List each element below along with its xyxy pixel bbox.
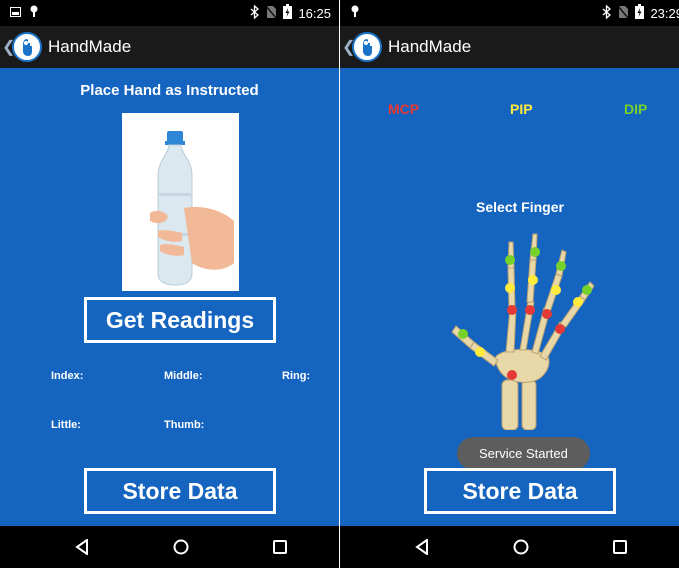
navigation-bar bbox=[0, 526, 339, 568]
bluetooth-icon bbox=[602, 4, 612, 22]
hand-skeleton-image[interactable] bbox=[440, 230, 600, 431]
legend-mcp: MCP bbox=[388, 101, 420, 117]
battery-charging-icon bbox=[283, 4, 293, 22]
ring-reading-label: Ring: bbox=[282, 370, 311, 382]
left-screen: 16:25 ❮ HandMade Place Hand as Instructe… bbox=[0, 0, 339, 568]
battery-charging-icon bbox=[635, 4, 645, 22]
no-sim-icon bbox=[617, 5, 629, 22]
app-logo-icon[interactable] bbox=[12, 32, 42, 62]
home-circle-icon[interactable] bbox=[509, 536, 533, 558]
back-triangle-icon[interactable] bbox=[410, 536, 434, 558]
image-icon bbox=[10, 5, 21, 20]
bluetooth-icon bbox=[250, 4, 260, 22]
legend-dip: DIP bbox=[624, 101, 648, 117]
app-bar: ❮ HandMade bbox=[340, 26, 679, 68]
main-content: Place Hand as Instructed Get Readings In… bbox=[0, 68, 339, 526]
legend-pip: PIP bbox=[510, 101, 533, 117]
app-logo-icon[interactable] bbox=[352, 32, 382, 62]
main-content: MCP PIP DIP Select Finger Service Starte… bbox=[340, 68, 679, 526]
right-screen: 23:29 ❮ HandMade MCP PIP DIP Select Fing… bbox=[340, 0, 679, 568]
navigation-bar bbox=[340, 526, 679, 568]
toast-message: Service Started bbox=[457, 437, 590, 470]
app-title: HandMade bbox=[48, 37, 132, 56]
select-finger-heading: Select Finger bbox=[476, 199, 564, 215]
android-debug-icon bbox=[350, 5, 360, 20]
instruction-heading: Place Hand as Instructed bbox=[80, 82, 259, 99]
store-data-button[interactable]: Store Data bbox=[424, 468, 616, 514]
index-reading-label: Index: bbox=[51, 370, 84, 382]
no-sim-icon bbox=[265, 5, 277, 22]
status-bar: 16:25 bbox=[0, 0, 339, 26]
status-bar: 23:29 bbox=[340, 0, 679, 26]
little-reading-label: Little: bbox=[51, 419, 81, 431]
back-triangle-icon[interactable] bbox=[70, 536, 94, 558]
bottle-hand-image bbox=[122, 113, 239, 291]
android-debug-icon bbox=[29, 5, 39, 20]
get-readings-button[interactable]: Get Readings bbox=[84, 297, 276, 343]
recents-square-icon[interactable] bbox=[608, 536, 632, 558]
middle-reading-label: Middle: bbox=[164, 370, 203, 382]
thumb-reading-label: Thumb: bbox=[164, 419, 205, 431]
recents-square-icon[interactable] bbox=[268, 536, 292, 558]
home-circle-icon[interactable] bbox=[169, 536, 193, 558]
clock: 23:29 bbox=[650, 5, 679, 21]
app-title: HandMade bbox=[388, 37, 472, 56]
store-data-button[interactable]: Store Data bbox=[84, 468, 276, 514]
clock: 16:25 bbox=[298, 5, 331, 21]
app-bar: ❮ HandMade bbox=[0, 26, 339, 68]
